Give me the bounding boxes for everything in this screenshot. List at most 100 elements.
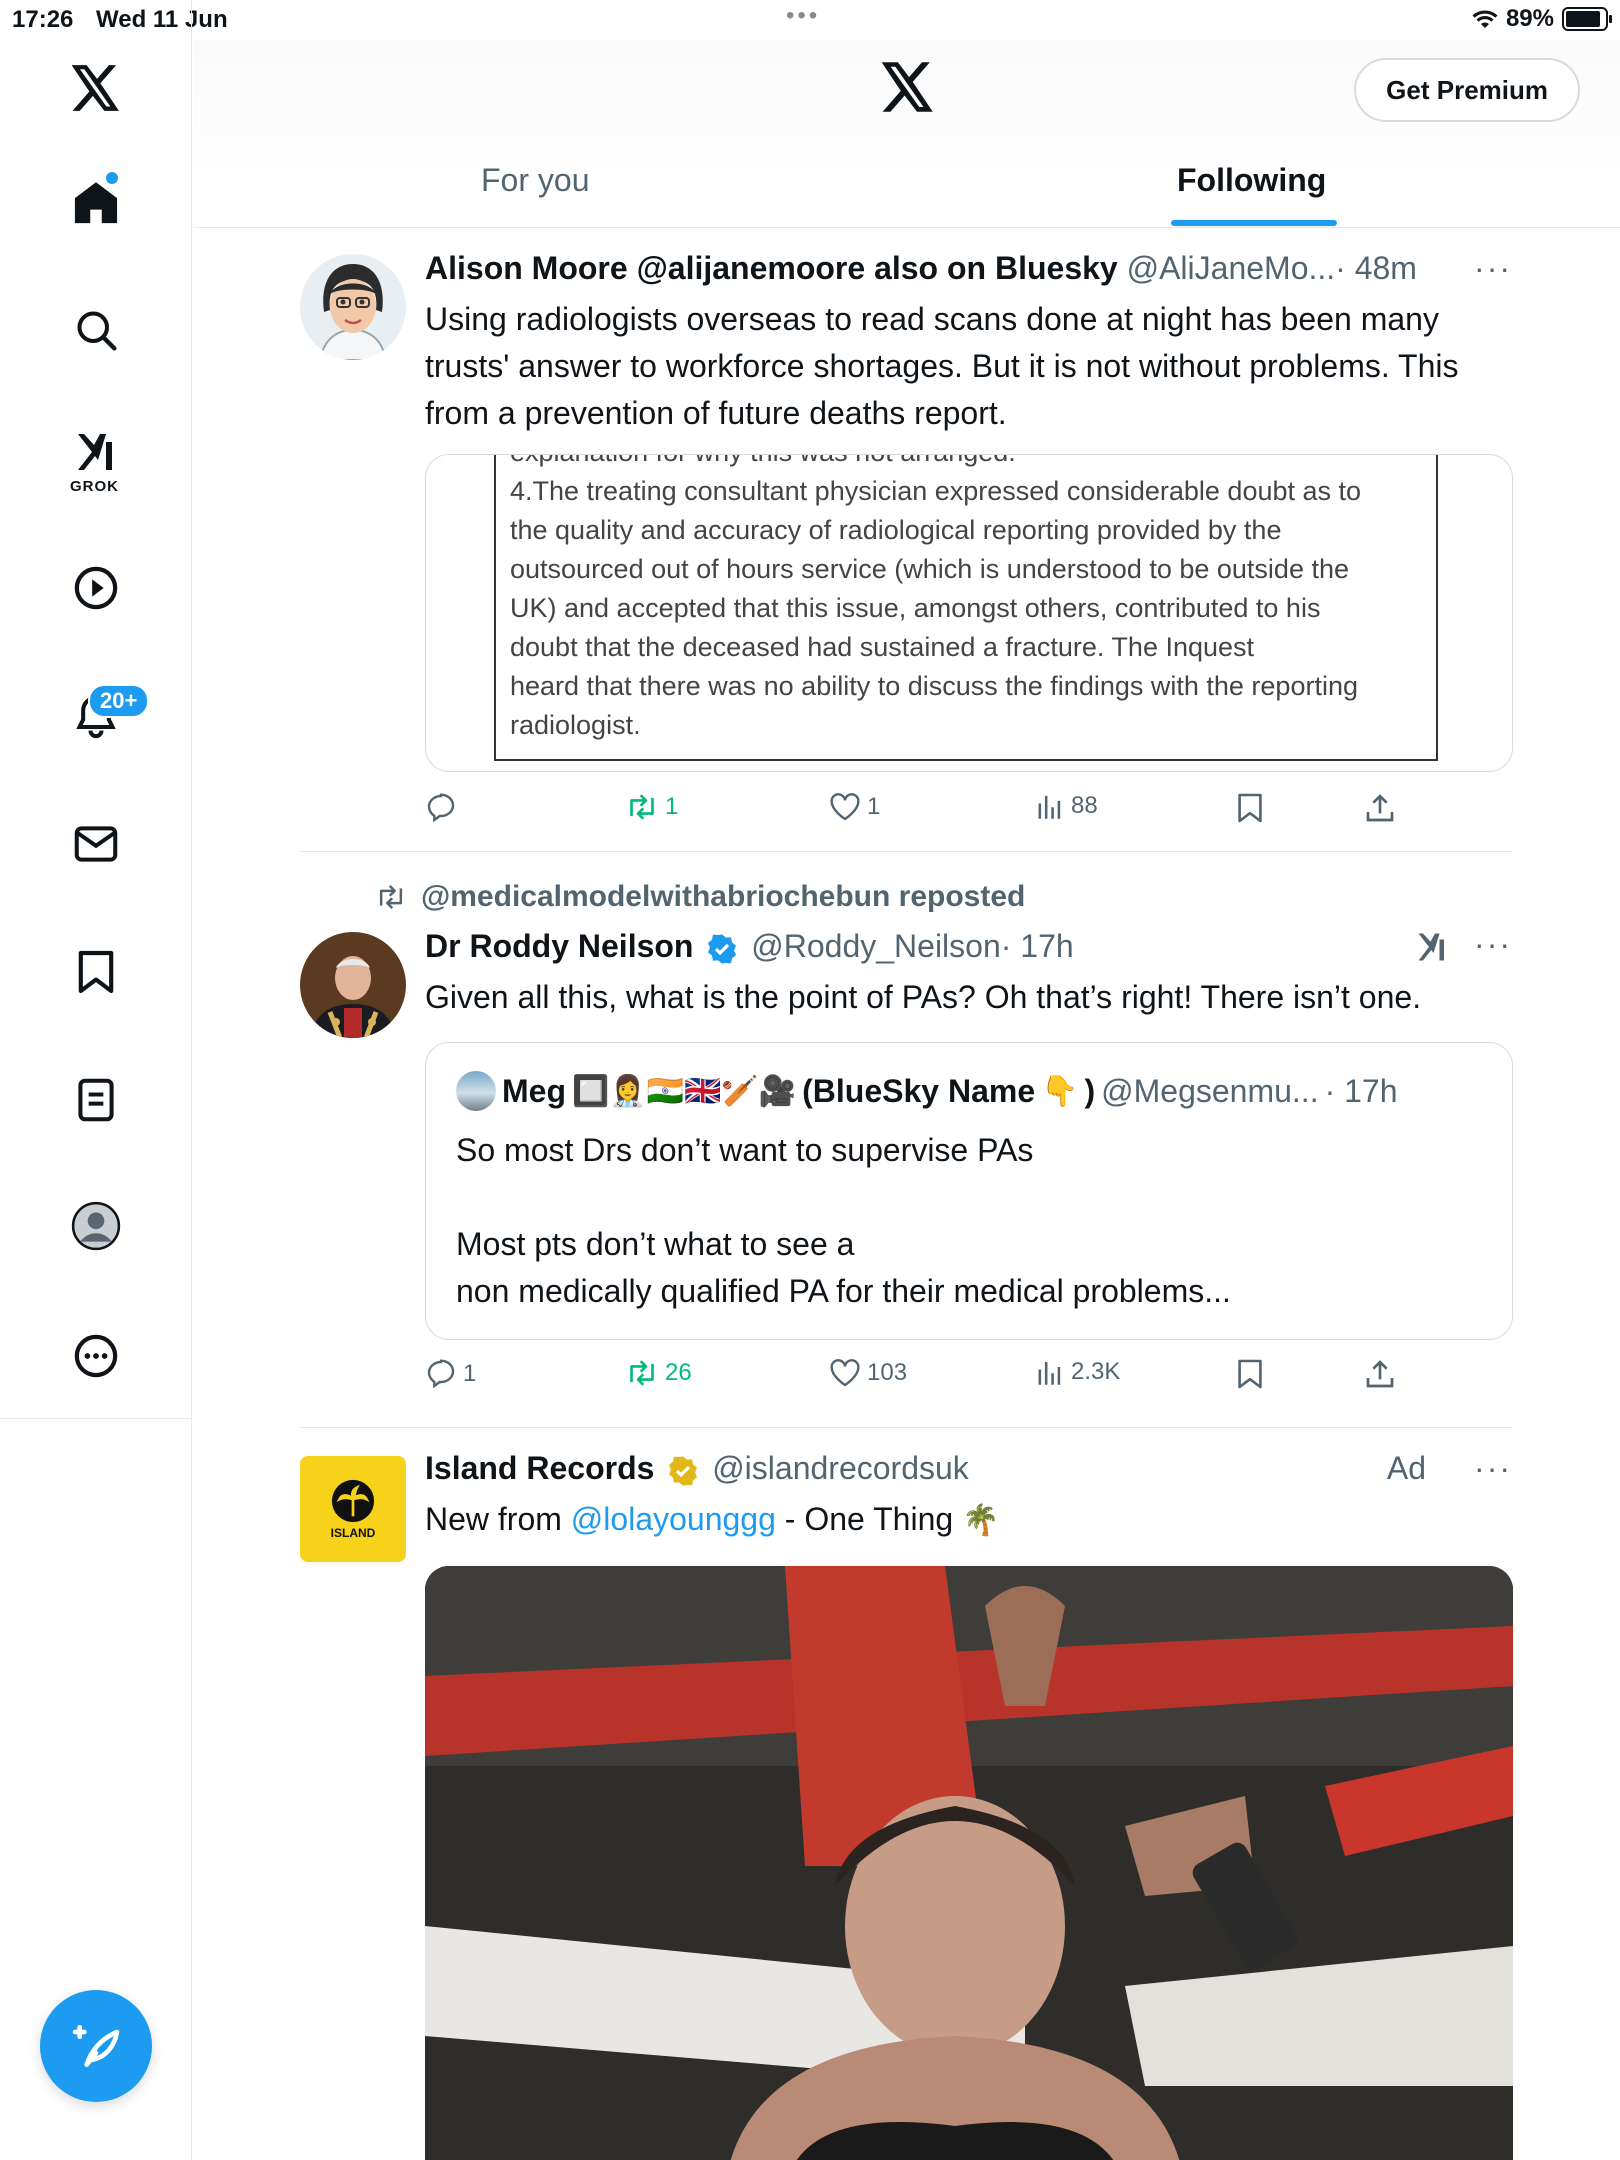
tweet-header: Island Records @islandrecordsuk	[425, 1450, 969, 1487]
quoted-tweet-text: So most Drs don’t want to supervise PAs …	[456, 1132, 1231, 1309]
heart-icon	[830, 1359, 860, 1387]
grok-label: GROK	[70, 478, 119, 495]
doc-line: explanation for why this was not arrange…	[510, 455, 1436, 472]
profile-icon[interactable]	[56, 1186, 136, 1266]
tweet-header: Alison Moore @alijanemoore also on Blues…	[425, 250, 1417, 287]
battery-icon	[1562, 7, 1612, 31]
home-icon[interactable]	[56, 162, 136, 242]
multitasking-dots-icon[interactable]: •••	[786, 2, 820, 30]
x-header-logo-icon[interactable]	[881, 62, 935, 117]
pointing-down-emoji: 👇	[1041, 1073, 1079, 1109]
share-button[interactable]	[1365, 1358, 1395, 1390]
share-icon	[1366, 1360, 1394, 1388]
repost-small-icon	[379, 885, 403, 909]
tweet-divider	[300, 1427, 1512, 1428]
tweet-actions: 1 26 103 2.3K	[425, 1358, 1425, 1398]
doc-line: doubt that the deceased had sustained a …	[510, 632, 1255, 662]
author-handle[interactable]: @AliJaneMo...	[1127, 250, 1336, 286]
x-logo-icon[interactable]	[56, 48, 136, 128]
header: Get Premium For you Following	[193, 40, 1620, 228]
reposted-by-label[interactable]: @medicalmodelwithabriochebun reposted	[421, 880, 1025, 914]
text-prefix: New from	[425, 1501, 571, 1537]
gold-verified-badge-icon	[669, 1455, 698, 1486]
tweet-image[interactable]: explanation for why this was not arrange…	[425, 454, 1513, 772]
doc-line: the quality and accuracy of radiological…	[510, 515, 1282, 545]
promoted-tweet[interactable]: ISLAND Island Records @islandrecordsuk A…	[300, 1450, 1513, 2160]
views-button[interactable]: 2.3K	[1035, 1358, 1120, 1386]
avatar[interactable]	[300, 254, 406, 360]
verified-badge-icon	[708, 933, 737, 964]
quoted-tweet[interactable]: Meg 🔲👩‍⚕️🇮🇳🇬🇧🏏🎥 (BlueSky Name 👇 ) @Megse…	[425, 1042, 1513, 1340]
views-button[interactable]: 88	[1035, 792, 1098, 820]
author-handle[interactable]: @islandrecordsuk	[712, 1450, 969, 1486]
quoted-avatar[interactable]	[456, 1071, 496, 1111]
tab-for-you[interactable]: For you	[481, 162, 589, 199]
avatar[interactable]	[300, 932, 406, 1038]
bookmark-icon[interactable]	[56, 932, 136, 1012]
status-right: 89%	[1472, 5, 1612, 33]
quoted-handle[interactable]: @Megsenmu...	[1101, 1073, 1318, 1110]
tweet-header: Dr Roddy Neilson @Roddy_Neilson· 17h	[425, 928, 1074, 965]
like-count: 1	[867, 793, 881, 820]
like-button[interactable]: 1	[829, 792, 880, 822]
lists-icon[interactable]	[56, 1060, 136, 1140]
tweet-time[interactable]: · 17h	[1001, 928, 1074, 964]
document-excerpt: explanation for why this was not arrange…	[494, 455, 1438, 761]
more-options-icon[interactable]: ···	[1474, 1450, 1512, 1487]
repost-button[interactable]: 1	[625, 792, 678, 822]
tweet-actions: 1 1 88	[425, 792, 1425, 832]
view-count: 2.3K	[1071, 1358, 1121, 1385]
grok-explain-icon[interactable]	[1414, 930, 1450, 969]
doc-line: heard that there was no ability to discu…	[510, 671, 1358, 701]
views-icon	[1038, 795, 1061, 819]
repost-count: 26	[665, 1359, 692, 1386]
like-button[interactable]: 103	[829, 1358, 907, 1388]
doc-line: radiologist.	[510, 710, 641, 740]
bookmark-button[interactable]	[1237, 1358, 1263, 1390]
more-options-icon[interactable]: ···	[1474, 250, 1512, 287]
doc-line: outsourced out of hours service (which i…	[510, 554, 1349, 584]
bookmark-icon	[1238, 1359, 1262, 1389]
quoted-time[interactable]: · 17h	[1325, 1073, 1398, 1110]
reply-button[interactable]	[425, 792, 463, 824]
more-options-icon[interactable]: ···	[1474, 926, 1512, 963]
tweet-time[interactable]: · 48m	[1335, 250, 1417, 286]
tweet-text: Using radiologists overseas to read scan…	[425, 301, 1459, 431]
mail-icon[interactable]	[56, 804, 136, 884]
video-icon[interactable]	[56, 548, 136, 628]
share-button[interactable]	[1365, 792, 1395, 824]
reply-count: 1	[463, 1360, 477, 1387]
battery-fill	[1566, 11, 1600, 27]
tweet[interactable]: @medicalmodelwithabriochebun reposted Dr…	[300, 880, 1513, 1420]
battery-percent: 89%	[1505, 5, 1554, 32]
tab-following[interactable]: Following	[1177, 162, 1326, 199]
text-suffix: - One Thing	[775, 1501, 963, 1537]
compose-button[interactable]	[40, 1990, 152, 2102]
repost-button[interactable]: 26	[625, 1358, 692, 1388]
tweet[interactable]: Alison Moore @alijanemoore also on Blues…	[300, 250, 1513, 850]
notification-badge: 20+	[88, 684, 150, 718]
doc-line: 4.The treating consultant physician expr…	[510, 476, 1362, 506]
mention-link[interactable]: @lolayounggg	[571, 1501, 776, 1537]
compose-icon	[72, 2025, 120, 2067]
reply-button[interactable]: 1	[425, 1358, 476, 1390]
more-circle-icon[interactable]	[56, 1316, 136, 1396]
repost-indicator: @medicalmodelwithabriochebun reposted	[375, 880, 1025, 914]
author-name[interactable]: Alison Moore @alijanemoore also on Blues…	[425, 250, 1118, 286]
search-icon[interactable]	[56, 290, 136, 370]
author-name[interactable]: Island Records	[425, 1450, 654, 1486]
views-icon	[1038, 1361, 1061, 1385]
quoted-author-name[interactable]: Meg	[502, 1073, 566, 1110]
author-handle[interactable]: @Roddy_Neilson	[751, 928, 1001, 964]
active-tab-indicator	[1171, 220, 1337, 226]
get-premium-button[interactable]: Get Premium	[1354, 58, 1580, 122]
bookmark-button[interactable]	[1237, 792, 1263, 824]
author-name[interactable]: Dr Roddy Neilson	[425, 928, 693, 964]
view-count: 88	[1071, 792, 1098, 819]
repost-icon	[630, 1360, 654, 1386]
ad-video-thumbnail[interactable]	[425, 1566, 1513, 2160]
tweet-text: Given all this, what is the point of PAs…	[425, 979, 1422, 1015]
island-records-avatar[interactable]: ISLAND	[300, 1456, 406, 1562]
status-bar: 17:26 Wed 11 Jun ••• 89%	[0, 0, 1620, 40]
quoted-name-suffix: (BlueSky Name	[802, 1072, 1036, 1109]
